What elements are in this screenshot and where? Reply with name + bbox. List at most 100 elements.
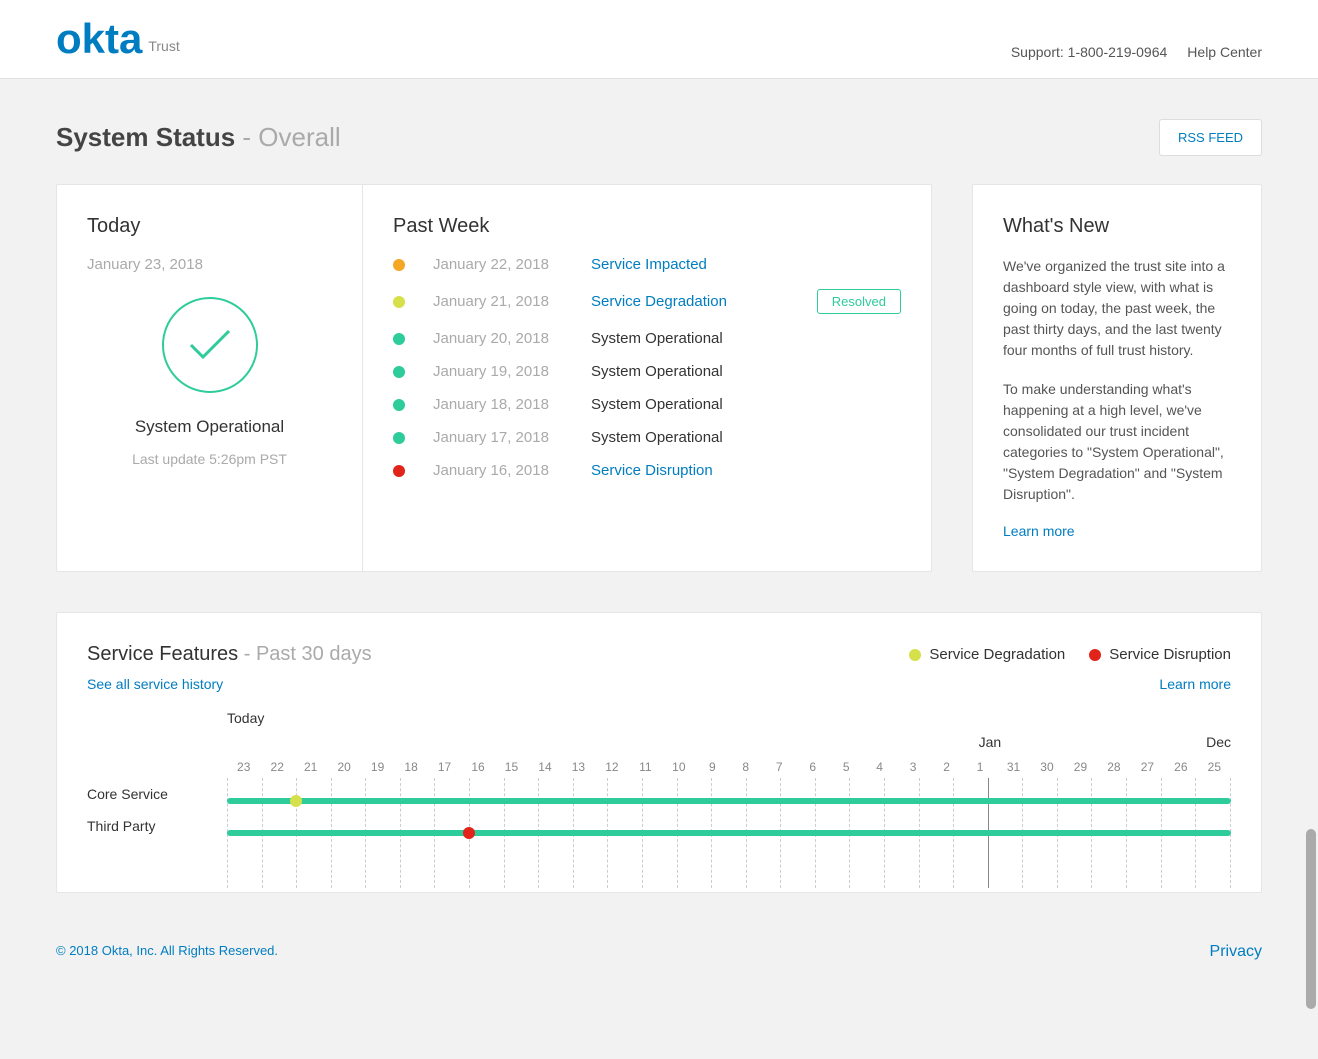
past-day-date: January 20, 2018: [433, 330, 563, 347]
past-day-status: System Operational: [591, 396, 901, 413]
whats-new-p2: To make understanding what's happening a…: [1003, 379, 1231, 505]
header-links: Support: 1-800-219-0964 Help Center: [1011, 44, 1262, 60]
tick-label: 30: [1030, 760, 1063, 774]
legend-disruption: Service Disruption: [1089, 646, 1231, 663]
logo-text: okta: [56, 18, 142, 60]
page-title-main: System Status: [56, 122, 235, 152]
past-day-date: January 18, 2018: [433, 396, 563, 413]
logo-subtext: Trust: [148, 38, 179, 54]
tick-label: 18: [394, 760, 427, 774]
status-dot-icon: [393, 296, 405, 308]
past-week-panel: Past Week January 22, 2018Service Impact…: [363, 185, 931, 571]
past-day-status[interactable]: Service Impacted: [591, 256, 901, 273]
tick-label: 5: [829, 760, 862, 774]
month-label-jan: Jan: [979, 734, 1002, 750]
legend-degradation-label: Service Degradation: [929, 646, 1065, 663]
features-subrow: See all service history Learn more: [87, 676, 1231, 692]
tick-label: 29: [1064, 760, 1097, 774]
legend-disruption-label: Service Disruption: [1109, 646, 1231, 663]
tick-label: 1: [963, 760, 996, 774]
past-day-status: System Operational: [591, 330, 901, 347]
past-day-status: System Operational: [591, 363, 901, 380]
rss-feed-button[interactable]: RSS FEED: [1159, 119, 1262, 156]
whats-new-panel: What's New We've organized the trust sit…: [972, 184, 1262, 572]
help-center-link[interactable]: Help Center: [1187, 44, 1262, 60]
tick-label: 11: [629, 760, 662, 774]
tick-label: 31: [997, 760, 1030, 774]
service-features-panel: Service Features - Past 30 days Service …: [56, 612, 1262, 893]
tick-label: 27: [1131, 760, 1164, 774]
dot-red-icon: [1089, 649, 1101, 661]
tick-label: 23: [227, 760, 260, 774]
timeline-event-marker[interactable]: [290, 795, 302, 807]
whats-new-learn-more-link[interactable]: Learn more: [1003, 523, 1075, 539]
status-dot-icon: [393, 432, 405, 444]
past-day-row: January 16, 2018 Service Disruption: [393, 462, 901, 479]
past-day-row: January 21, 2018Service DegradationResol…: [393, 289, 901, 314]
timeline-area: [227, 782, 1231, 862]
past-day-date: January 19, 2018: [433, 363, 563, 380]
tick-label: 10: [662, 760, 695, 774]
check-circle-icon: [162, 297, 258, 393]
logo[interactable]: okta Trust: [56, 18, 180, 60]
page-title: System Status - Overall: [56, 122, 341, 153]
features-title-main: Service Features: [87, 643, 238, 665]
privacy-link[interactable]: Privacy: [1210, 943, 1262, 961]
past-day-row: January 22, 2018Service Impacted: [393, 256, 901, 273]
status-dot-icon: [393, 259, 405, 271]
support-phone: Support: 1-800-219-0964: [1011, 44, 1167, 60]
timeline-plot: Today Jan Dec 23222120191817161514131211…: [227, 710, 1231, 862]
status-dot-icon: [393, 366, 405, 378]
month-label-dec: Dec: [1206, 734, 1231, 750]
status-dot-icon: [393, 333, 405, 345]
legend-degradation: Service Degradation: [909, 646, 1065, 663]
status-dot-icon: [393, 465, 405, 477]
features-learn-more-link[interactable]: Learn more: [1159, 676, 1231, 692]
past-day-status[interactable]: Service Disruption: [591, 462, 901, 479]
dashboard-grid: Today January 23, 2018 System Operationa…: [56, 184, 1262, 572]
whats-new-p1: We've organized the trust site into a da…: [1003, 256, 1231, 361]
resolved-badge: Resolved: [817, 289, 901, 314]
header: okta Trust Support: 1-800-219-0964 Help …: [0, 0, 1318, 79]
row-label-third: Third Party: [87, 818, 227, 850]
today-status: System Operational: [87, 417, 332, 437]
tick-label: 12: [595, 760, 628, 774]
page-title-sub: - Overall: [242, 122, 340, 152]
tick-label: 15: [495, 760, 528, 774]
tick-label: 14: [528, 760, 561, 774]
past-week-heading: Past Week: [393, 215, 901, 238]
past-day-date: January 17, 2018: [433, 429, 563, 446]
status-dot-icon: [393, 399, 405, 411]
timeline-today-label: Today: [227, 710, 264, 726]
past-day-date: January 16, 2018: [433, 462, 563, 479]
today-date: January 23, 2018: [87, 256, 332, 273]
tick-label: 19: [361, 760, 394, 774]
past-day-row: January 19, 2018 System Operational: [393, 363, 901, 380]
tick-label: 9: [696, 760, 729, 774]
footer: © 2018 Okta, Inc. All Rights Reserved. P…: [0, 913, 1318, 1021]
tick-label: 7: [763, 760, 796, 774]
today-panel: Today January 23, 2018 System Operationa…: [57, 185, 363, 571]
tick-label: 26: [1164, 760, 1197, 774]
tick-label: 22: [260, 760, 293, 774]
scrollbar[interactable]: [1306, 829, 1316, 1009]
past-day-status[interactable]: Service Degradation: [591, 293, 789, 310]
tick-label: 20: [327, 760, 360, 774]
last-update: Last update 5:26pm PST: [87, 451, 332, 467]
timeline-event-marker[interactable]: [463, 827, 475, 839]
features-title-sub: - Past 30 days: [244, 643, 372, 665]
past-day-row: January 18, 2018 System Operational: [393, 396, 901, 413]
timeline-row-labels: Core Service Third Party: [87, 710, 227, 862]
tick-label: 4: [863, 760, 896, 774]
timeline-bar-third: [227, 830, 1231, 836]
copyright: © 2018 Okta, Inc. All Rights Reserved.: [56, 943, 278, 961]
tick-label: 16: [461, 760, 494, 774]
tick-label: 25: [1198, 760, 1231, 774]
tick-label: 6: [796, 760, 829, 774]
see-all-history-link[interactable]: See all service history: [87, 676, 223, 692]
past-day-row: January 17, 2018System Operational: [393, 429, 901, 446]
tick-label: 8: [729, 760, 762, 774]
whats-new-heading: What's New: [1003, 215, 1231, 238]
legend: Service Degradation Service Disruption: [909, 646, 1231, 663]
timeline-bar-core: [227, 798, 1231, 804]
